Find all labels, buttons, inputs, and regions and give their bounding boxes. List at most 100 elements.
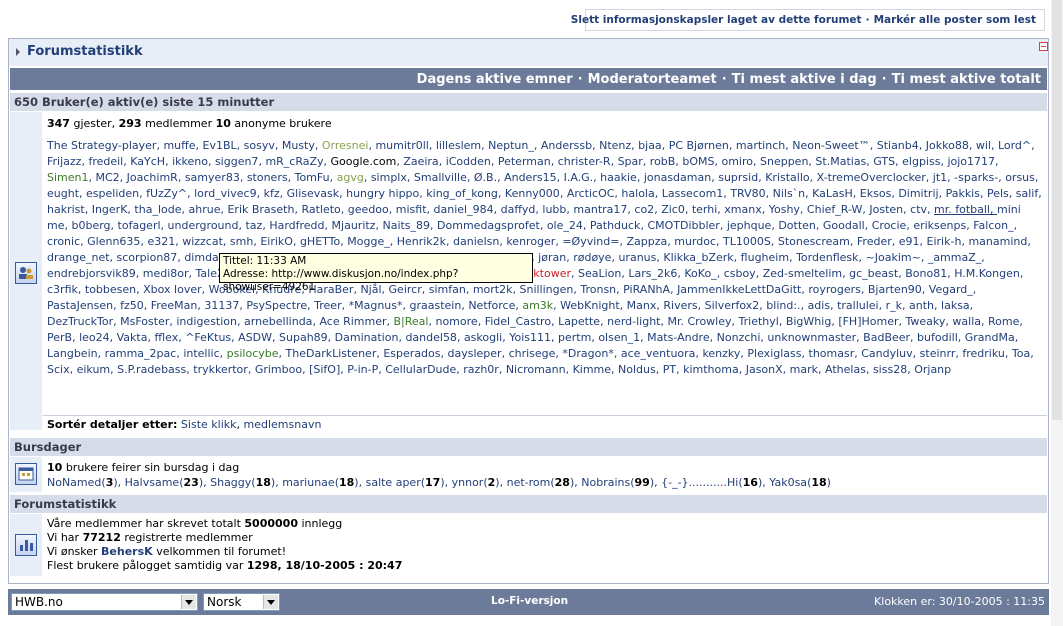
online-user-link[interactable]: Ntenz <box>599 139 638 152</box>
vertical-scrollbar[interactable] <box>1051 0 1063 626</box>
online-user-link[interactable]: rødøye <box>573 251 618 264</box>
online-user-link[interactable]: samyer83 <box>185 171 247 184</box>
online-user-link[interactable]: ASDW <box>238 331 279 344</box>
birthday-user-link[interactable]: mariunae(18) <box>282 476 365 489</box>
online-user-link[interactable]: trykkertor <box>193 363 255 376</box>
online-user-link[interactable]: am3k <box>522 299 560 312</box>
birthday-user-link[interactable]: ynnor(2) <box>452 476 507 489</box>
online-user-link[interactable]: Dimitrij <box>898 187 945 200</box>
nav-moderator-team[interactable]: Moderatorteamet <box>588 72 717 87</box>
online-user-link[interactable]: BadBeer <box>863 331 917 344</box>
online-user-link[interactable]: Fidel_Castro <box>485 315 558 328</box>
online-user-link[interactable]: elgpiss <box>902 155 947 168</box>
online-user-link[interactable]: jt1 <box>933 171 954 184</box>
online-user-link[interactable]: TRV80 <box>730 187 772 200</box>
online-user-link[interactable]: PerB <box>47 331 79 344</box>
birthday-user-link[interactable]: Yak0sa(18) <box>769 476 831 489</box>
online-user-link[interactable]: Bono81 <box>905 267 954 280</box>
online-user-link[interactable]: Zappza <box>626 235 674 248</box>
online-user-link[interactable]: chrisege <box>509 347 563 360</box>
online-user-link[interactable]: Freder <box>857 235 899 248</box>
online-user-link[interactable]: Frijazz <box>47 155 88 168</box>
online-user-link[interactable]: Rome <box>988 315 1023 328</box>
online-user-link[interactable]: *Magnus* <box>349 299 410 312</box>
online-user-link[interactable]: adis <box>808 299 838 312</box>
birthday-user-link[interactable]: {-_-}...........Hi(16) <box>661 476 769 489</box>
online-user-link[interactable]: simplx <box>371 171 414 184</box>
online-user-link[interactable]: KoKo_ <box>684 267 723 280</box>
online-user-link[interactable]: fflex <box>154 331 185 344</box>
online-user-link[interactable]: PastaJensen <box>47 299 120 312</box>
online-user-link[interactable]: ~Joakim~ <box>866 251 928 264</box>
online-user-link[interactable]: ikkeno <box>172 155 215 168</box>
online-user-link[interactable]: Jokko88 <box>926 139 976 152</box>
online-user-link[interactable]: hungry hippo <box>346 187 426 200</box>
online-user-link[interactable]: steinrr <box>920 347 963 360</box>
birthday-user-link[interactable]: Shaggy(18) <box>210 476 282 489</box>
online-user-link[interactable]: kimthoma <box>683 363 746 376</box>
online-user-link[interactable]: askogli <box>464 331 509 344</box>
online-user-link[interactable]: Dommedagsprofet <box>437 219 547 232</box>
nav-top-ten-total[interactable]: Ti mest aktive totalt <box>892 72 1041 87</box>
online-user-link[interactable]: lilleslem <box>436 139 488 152</box>
online-user-link[interactable]: muffe <box>163 139 202 152</box>
online-user-link[interactable]: kfz <box>264 187 287 200</box>
online-user-link[interactable]: jøran <box>538 251 573 264</box>
online-user-link[interactable]: Netforce <box>468 299 522 312</box>
online-user-link[interactable]: Mr. Crowley <box>667 315 738 328</box>
online-user-link[interactable]: JoachimR <box>127 171 185 184</box>
online-user-link[interactable]: mark <box>790 363 825 376</box>
online-user-link[interactable]: xmanx <box>724 203 768 216</box>
online-user-link[interactable]: KaLasH <box>812 187 860 200</box>
online-user-link[interactable]: St.Matias <box>815 155 873 168</box>
online-user-link[interactable]: Spar <box>618 155 650 168</box>
online-user-link[interactable]: mR_cRaZy <box>265 155 330 168</box>
online-user-link[interactable]: agvg <box>337 171 371 184</box>
online-user-link[interactable]: JammenIkkeLettDaGitt <box>677 283 808 296</box>
online-user-link[interactable]: royrogers <box>808 283 868 296</box>
online-user-link[interactable]: co2 <box>634 203 661 216</box>
online-user-link[interactable]: Falcon_ <box>973 219 1017 232</box>
online-user-link[interactable]: Lord^ <box>998 139 1035 152</box>
online-user-link[interactable]: [SifO] <box>309 363 347 376</box>
online-user-link[interactable]: Klikka_bZerk <box>663 251 740 264</box>
online-user-link[interactable]: mumitr0ll <box>375 139 435 152</box>
online-user-link[interactable]: TomFu <box>295 171 337 184</box>
online-user-link[interactable]: r_k <box>886 299 909 312</box>
online-user-link[interactable]: =Øyvind= <box>562 235 626 248</box>
online-user-link[interactable]: trallulei <box>837 299 886 312</box>
skin-select[interactable]: HWB.no <box>11 593 198 611</box>
online-user-link[interactable]: Pakkis <box>946 187 987 200</box>
online-user-link[interactable]: MC2 <box>96 171 127 184</box>
online-user-link[interactable]: ahrue <box>188 203 227 216</box>
online-user-link[interactable]: salif <box>1016 187 1042 200</box>
scrollbar-thumb[interactable] <box>1052 0 1062 420</box>
online-user-link[interactable]: misfit <box>396 203 434 216</box>
birthday-user-link[interactable]: Halvsame(23) <box>125 476 210 489</box>
birthday-user-link[interactable]: NoNamed(3) <box>47 476 125 489</box>
online-user-link[interactable]: Orresnei <box>322 139 376 152</box>
online-user-link[interactable]: espeliden <box>86 187 146 200</box>
online-user-link[interactable]: drange_net <box>47 251 117 264</box>
online-user-link[interactable]: FreeMan <box>151 299 205 312</box>
online-user-link[interactable]: Triethyl <box>739 315 786 328</box>
online-user-link[interactable]: robB <box>650 155 683 168</box>
lofi-version-link[interactable]: Lo-Fi-versjon <box>491 595 568 607</box>
online-user-link[interactable]: psilocybe <box>227 347 286 360</box>
online-user-link[interactable]: B|Real <box>394 315 436 328</box>
online-user-link[interactable]: c3rfik <box>47 283 85 296</box>
online-user-link[interactable]: graastein <box>410 299 469 312</box>
online-user-link[interactable]: ole_24 <box>547 219 590 232</box>
online-user-link[interactable]: Lassecom1 <box>662 187 731 200</box>
online-user-link[interactable]: Ratleto <box>301 203 347 216</box>
chevron-down-icon[interactable] <box>263 595 278 609</box>
online-user-link[interactable]: fredriku <box>962 347 1012 360</box>
mark-all-read-link[interactable]: Markér alle poster som lest <box>874 14 1036 26</box>
online-user-link[interactable]: X-tremeOverclocker <box>817 171 933 184</box>
online-user-link[interactable]: ctv <box>910 203 934 216</box>
online-user-link[interactable]: Anders15 <box>504 171 564 184</box>
online-user-link[interactable]: Goodall <box>823 219 872 232</box>
online-user-link[interactable]: Hardfredd <box>269 219 331 232</box>
online-user-link[interactable]: CellularDude <box>385 363 463 376</box>
sort-member-name-link[interactable]: medlemsnavn <box>244 418 322 431</box>
